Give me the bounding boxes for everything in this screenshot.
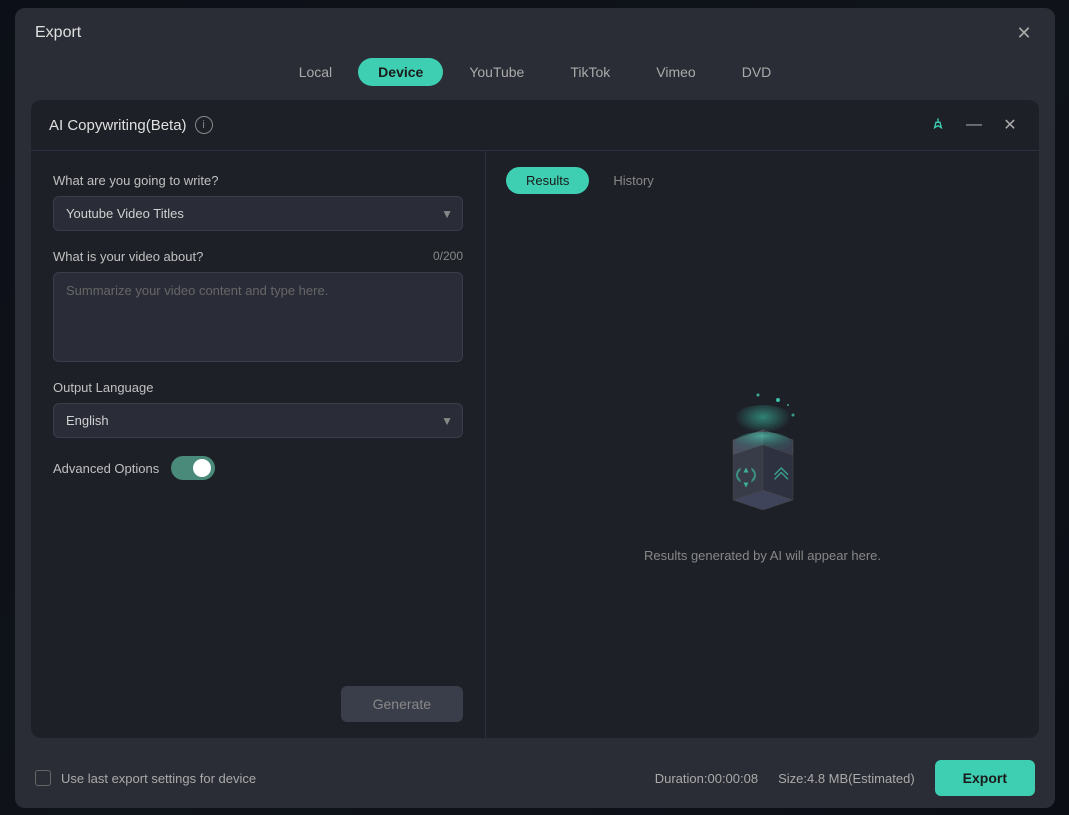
- pin-icon[interactable]: [927, 114, 949, 136]
- inner-title-text: AI Copywriting(Beta): [49, 117, 187, 134]
- write-dropdown[interactable]: Youtube Video Titles Youtube Video Descr…: [53, 196, 463, 231]
- generate-button[interactable]: Generate: [341, 686, 463, 722]
- toggle-track: [171, 456, 215, 480]
- tab-dvd[interactable]: DVD: [722, 58, 792, 86]
- tab-vimeo[interactable]: Vimeo: [636, 58, 715, 86]
- inner-panel-controls: — ✕: [927, 114, 1021, 136]
- write-label: What are you going to write?: [53, 173, 463, 188]
- inner-panel-close-button[interactable]: ✕: [999, 114, 1021, 136]
- export-dialog: Export ✕ Local Device YouTube TikTok Vim…: [15, 8, 1055, 808]
- write-field-group: What are you going to write? Youtube Vid…: [53, 173, 463, 231]
- use-last-settings-label: Use last export settings for device: [61, 771, 256, 786]
- output-language-label: Output Language: [53, 380, 463, 395]
- results-tab-results[interactable]: Results: [506, 167, 589, 194]
- inner-panel: AI Copywriting(Beta) i — ✕ What: [31, 100, 1039, 738]
- video-about-field-group: What is your video about? 0/200: [53, 249, 463, 362]
- bottom-right: Duration:00:00:08 Size:4.8 MB(Estimated)…: [655, 760, 1035, 796]
- content-split: What are you going to write? Youtube Vid…: [31, 151, 1039, 738]
- right-panel: Results History: [486, 151, 1039, 738]
- advanced-options-toggle[interactable]: [171, 456, 215, 480]
- info-icon[interactable]: i: [195, 116, 213, 134]
- tab-device[interactable]: Device: [358, 58, 443, 86]
- advanced-options-row: Advanced Options: [53, 456, 463, 480]
- inner-panel-title: AI Copywriting(Beta) i: [49, 116, 213, 134]
- tab-bar: Local Device YouTube TikTok Vimeo DVD: [15, 54, 1055, 100]
- tab-tiktok[interactable]: TikTok: [550, 58, 630, 86]
- inner-panel-header: AI Copywriting(Beta) i — ✕: [31, 100, 1039, 151]
- tab-local[interactable]: Local: [279, 58, 352, 86]
- advanced-options-label: Advanced Options: [53, 461, 159, 476]
- video-about-label: What is your video about? 0/200: [53, 249, 463, 264]
- results-content: Results generated by AI will appear here…: [506, 210, 1019, 722]
- dialog-close-button[interactable]: ✕: [1013, 22, 1035, 44]
- results-tab-history[interactable]: History: [593, 167, 673, 194]
- results-placeholder: Results generated by AI will appear here…: [644, 548, 881, 563]
- char-count: 0/200: [433, 249, 463, 263]
- duration-info: Duration:00:00:08: [655, 771, 758, 786]
- dialog-title: Export: [35, 24, 81, 42]
- output-language-field-group: Output Language English Spanish French G…: [53, 380, 463, 438]
- dialog-titlebar: Export ✕: [15, 8, 1055, 54]
- box-illustration: [683, 370, 843, 530]
- language-dropdown[interactable]: English Spanish French German Chinese Ja…: [53, 403, 463, 438]
- toggle-thumb: [193, 459, 211, 477]
- write-select-wrapper: Youtube Video Titles Youtube Video Descr…: [53, 196, 463, 231]
- results-tabs: Results History: [506, 167, 1019, 194]
- tab-youtube[interactable]: YouTube: [449, 58, 544, 86]
- minimize-icon[interactable]: —: [963, 114, 985, 136]
- video-about-textarea[interactable]: [53, 272, 463, 362]
- bottom-bar: Use last export settings for device Dura…: [15, 748, 1055, 808]
- use-last-settings-checkbox[interactable]: [35, 770, 51, 786]
- left-panel: What are you going to write? Youtube Vid…: [31, 151, 486, 738]
- size-info: Size:4.8 MB(Estimated): [778, 771, 915, 786]
- use-last-settings: Use last export settings for device: [35, 770, 256, 786]
- generate-btn-wrapper: Generate: [53, 678, 463, 722]
- export-button[interactable]: Export: [935, 760, 1035, 796]
- language-select-wrapper: English Spanish French German Chinese Ja…: [53, 403, 463, 438]
